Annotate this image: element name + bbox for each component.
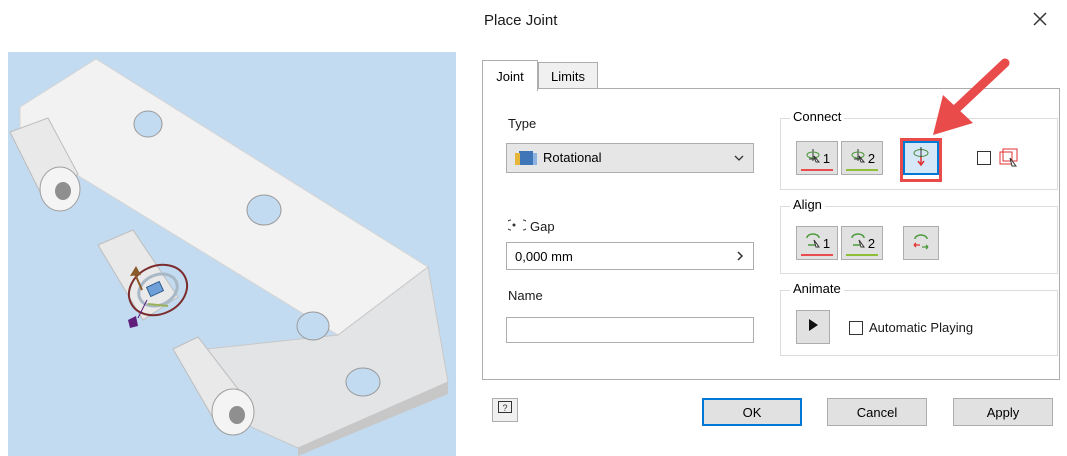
type-label: Type	[508, 116, 537, 131]
name-input[interactable]	[506, 317, 754, 343]
apply-button[interactable]: Apply	[953, 398, 1053, 426]
3d-viewport[interactable]	[8, 52, 456, 456]
rotational-joint-icon	[513, 149, 539, 172]
automatic-playing-checkbox[interactable]	[849, 321, 863, 335]
type-select[interactable]: Rotational	[506, 143, 754, 173]
align-flip-button[interactable]	[903, 226, 939, 260]
hinge-model	[9, 58, 449, 456]
align-button-2[interactable]: 2	[841, 226, 883, 260]
align-icon	[849, 232, 867, 255]
play-button[interactable]	[796, 310, 830, 344]
place-joint-dialog: Place Joint Joint Limits Type Rotational…	[470, 0, 1067, 456]
type-value: Rotational	[543, 150, 602, 165]
chevron-down-icon	[733, 151, 745, 169]
automatic-playing-label: Automatic Playing	[869, 320, 974, 335]
help-icon: ?	[497, 400, 513, 421]
align-button-1[interactable]: 1	[796, 226, 838, 260]
gap-label: Gap	[530, 219, 555, 234]
svg-text:?: ?	[502, 403, 507, 413]
gap-icon	[505, 218, 529, 235]
play-icon	[807, 318, 819, 337]
name-label: Name	[508, 288, 543, 303]
select-origin-icon	[804, 147, 822, 170]
connect-button-1[interactable]: 1	[796, 141, 838, 175]
close-icon[interactable]	[1027, 6, 1053, 32]
annotation-arrow-icon	[933, 58, 1010, 135]
tab-joint[interactable]: Joint	[482, 60, 538, 91]
select-origin-icon	[849, 147, 867, 170]
gap-value: 0,000 mm	[515, 249, 573, 264]
tab-limits[interactable]: Limits	[538, 62, 598, 90]
connect-checkbox[interactable]	[977, 151, 991, 165]
gap-input[interactable]: 0,000 mm	[506, 242, 754, 270]
cancel-button[interactable]: Cancel	[827, 398, 927, 426]
animate-label: Animate	[790, 281, 844, 296]
align-icon	[804, 232, 822, 255]
gap-label-row: Gap	[505, 218, 555, 235]
help-button[interactable]: ?	[492, 398, 518, 422]
connect-label: Connect	[790, 109, 845, 124]
chevron-right-icon[interactable]	[735, 249, 745, 268]
ok-button[interactable]: OK	[702, 398, 802, 426]
align-label: Align	[790, 197, 825, 212]
dialog-title: Place Joint	[484, 12, 558, 29]
connect-button-2[interactable]: 2	[841, 141, 883, 175]
preview-icon	[998, 146, 1022, 175]
align-flip-icon	[911, 231, 931, 256]
